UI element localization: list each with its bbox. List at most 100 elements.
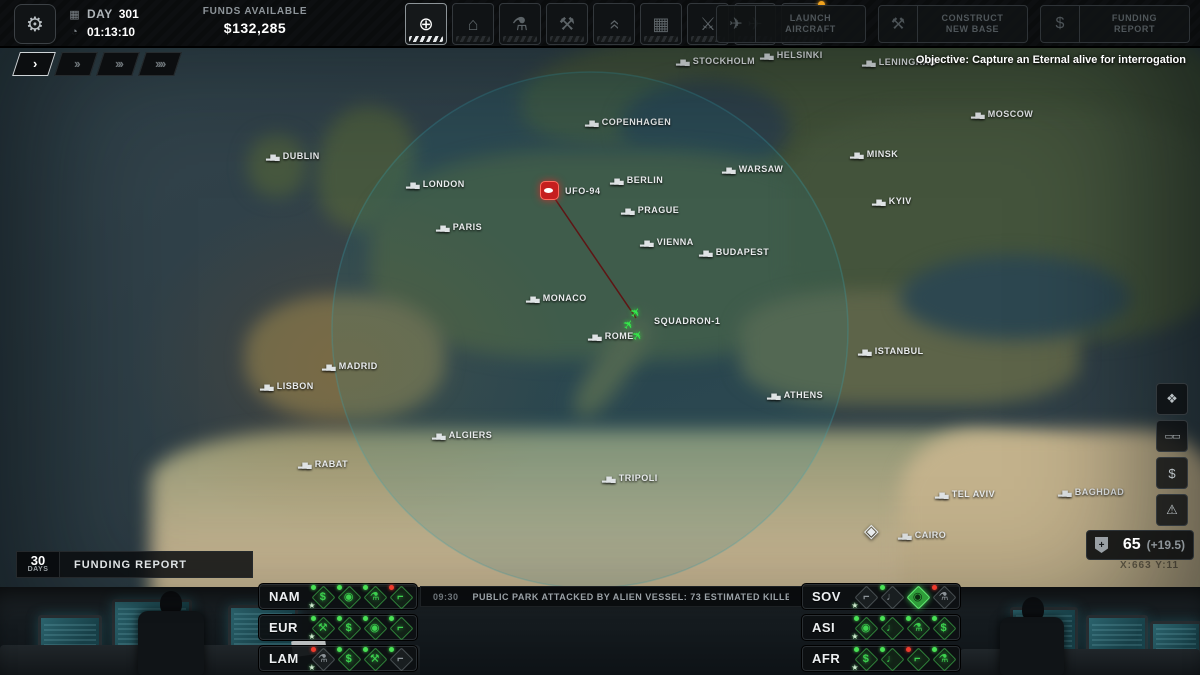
landmass-black-sea — [900, 255, 1130, 340]
status-weapons-icon: ¬ ★ — [851, 585, 879, 610]
city-marker-budapest[interactable]: ▂▆▄ BUDAPEST — [699, 247, 769, 257]
landmass-iberia — [245, 295, 445, 420]
city-icon: ▂▆▄ — [526, 296, 540, 303]
status-intel-icon: ◉ — [336, 585, 362, 610]
status-funds-icon: $ ★ — [308, 585, 336, 610]
city-marker-helsinki[interactable]: ▂▆▄ HELSINKI — [760, 50, 823, 60]
construct-new-base-button[interactable]: ⚒ CONSTRUCT NEW BASE — [878, 5, 1028, 43]
city-marker-tel-aviv[interactable]: ▂▆▄ TEL AVIV — [935, 489, 995, 499]
city-marker-madrid[interactable]: ▂▆▄ MADRID — [322, 361, 378, 371]
speed-3x-button[interactable]: ››› — [96, 52, 140, 76]
status-justice-icon: ⚒ ★ — [308, 616, 336, 641]
region-panel-eur[interactable]: EUR ⚒ ★ $ ◉ ¬ — [258, 614, 418, 641]
city-marker-rabat[interactable]: ▂▆▄ RABAT — [298, 459, 348, 469]
cash-resource-button[interactable]: $ — [1156, 457, 1188, 489]
tab-personnel[interactable]: » — [593, 3, 635, 45]
settings-button[interactable]: ⚙ — [14, 4, 56, 44]
relations-score-badge[interactable]: + 65 (+19.5) — [1086, 530, 1194, 560]
top-action-buttons: ✈ LAUNCH AIRCRAFT ⚒ CONSTRUCT NEW BASE $ F… — [716, 5, 1190, 43]
city-marker-dublin[interactable]: ▂▆▄ DUBLIN — [266, 151, 320, 161]
tab-research[interactable]: ⚗ — [499, 3, 541, 45]
tab-engineering[interactable]: ⚒ — [546, 3, 588, 45]
city-icon: ▂▆▄ — [767, 393, 781, 400]
tab-bases[interactable]: ⌂ — [452, 3, 494, 45]
region-panel-nam[interactable]: NAM $ ★ ◉ ⚗ ¬ — [258, 583, 418, 610]
base-icon: ⌂ — [467, 13, 479, 34]
city-marker-monaco[interactable]: ▂▆▄ MONACO — [526, 293, 587, 303]
city-marker-minsk[interactable]: ▂▆▄ MINSK — [850, 149, 898, 159]
city-icon: ▂▆▄ — [260, 384, 274, 391]
city-label: COPENHAGEN — [601, 117, 672, 127]
console-monitor — [112, 599, 192, 651]
operator-chair — [138, 611, 204, 675]
alerts-button[interactable]: ⚠ — [1156, 494, 1188, 526]
city-label: ATHENS — [783, 390, 824, 400]
alloys-resource-button[interactable]: ▭▭ — [1156, 420, 1188, 452]
time-speed-controls: › ›› ››› ›››› — [12, 52, 182, 76]
city-marker-rome[interactable]: ▂▆▄ ROME — [588, 331, 634, 341]
status-science-icon: ⚗ — [905, 616, 931, 641]
region-panel-afr[interactable]: AFR $ ★ ♩ ¬ ⚗ — [801, 645, 961, 672]
city-marker-algiers[interactable]: ▂▆▄ ALGIERS — [432, 430, 492, 440]
tab-geoscape[interactable]: ⊕ — [405, 3, 447, 45]
city-icon: ▂▆▄ — [432, 433, 446, 440]
city-marker-copenhagen[interactable]: ▂▆▄ COPENHAGEN — [585, 117, 671, 127]
city-marker-athens[interactable]: ▂▆▄ ATHENS — [767, 390, 823, 400]
region-code: LAM — [269, 651, 299, 666]
city-icon: ▂▆▄ — [699, 250, 713, 257]
city-icon: ▂▆▄ — [436, 225, 450, 232]
city-marker-london[interactable]: ▂▆▄ LONDON — [406, 179, 465, 189]
operator-silhouette — [160, 591, 182, 615]
status-funds-icon: $ — [931, 616, 957, 641]
crystals-resource-button[interactable]: ❖ — [1156, 383, 1188, 415]
funding-report-button[interactable]: $ FUNDING REPORT — [1040, 5, 1190, 43]
tab-stores[interactable]: ▦ — [640, 3, 682, 45]
city-marker-istanbul[interactable]: ▂▆▄ ISTANBUL — [858, 346, 924, 356]
region-panel-sov[interactable]: SOV ¬ ★ ♩ ◉ ⚗ — [801, 583, 961, 610]
status-media-icon: ♩ — [879, 647, 905, 672]
region-panel-asi[interactable]: ASI ◉ ★ ♩ ⚗ $ — [801, 614, 961, 641]
city-marker-lisbon[interactable]: ▂▆▄ LISBON — [260, 381, 314, 391]
player-base-marker-icon[interactable]: ◈ — [864, 520, 879, 543]
city-marker-paris[interactable]: ▂▆▄ PARIS — [436, 222, 482, 232]
city-marker-stockholm[interactable]: ▂▆▄ STOCKHOLM — [676, 56, 755, 66]
geoscape-screen: ▂▆▄ HELSINKI ▂▆▄ STOCKHOLM ▂▆▄ LENINGRAD ▂▆… — [0, 0, 1200, 675]
city-marker-berlin[interactable]: ▂▆▄ BERLIN — [610, 175, 663, 185]
crates-icon: ▦ — [652, 13, 670, 34]
squadron-label: SQUADRON-1 — [654, 316, 721, 326]
city-marker-baghdad[interactable]: ▂▆▄ BAGHDAD — [1058, 487, 1124, 497]
city-label: MADRID — [338, 361, 378, 371]
city-marker-tripoli[interactable]: ▂▆▄ TRIPOLI — [602, 473, 658, 483]
funds-label: FUNDS AVAILABLE — [202, 6, 308, 17]
city-marker-moscow[interactable]: ▂▆▄ MOSCOW — [971, 109, 1033, 119]
region-code: AFR — [812, 651, 841, 666]
funds-block: FUNDS AVAILABLE $132,285 — [170, 6, 340, 36]
status-science-icon: ⚗ ★ — [308, 647, 336, 672]
city-marker-cairo[interactable]: ▂▆▄ CAIRO — [898, 530, 946, 540]
day-label: DAY — [87, 7, 113, 21]
speed-1x-button[interactable]: › — [12, 52, 56, 76]
landmass-ireland — [248, 135, 306, 197]
speed-4x-button[interactable]: ›››› — [138, 52, 182, 76]
ufo-contact-marker[interactable]: UFO-94 — [540, 181, 601, 200]
city-marker-kyiv[interactable]: ▂▆▄ KYIV — [872, 196, 912, 206]
city-label: WARSAW — [738, 164, 784, 174]
city-marker-vienna[interactable]: ▂▆▄ VIENNA — [640, 237, 694, 247]
city-label: BERLIN — [626, 175, 664, 185]
city-icon: ▂▆▄ — [1058, 490, 1072, 497]
city-marker-prague[interactable]: ▂▆▄ PRAGUE — [621, 205, 679, 215]
launch-aircraft-button[interactable]: ✈ LAUNCH AIRCRAFT — [716, 5, 866, 43]
shield-plus-icon: + — [1095, 537, 1108, 553]
region-panel-lam[interactable]: LAM ⚗ ★ $ ⚒ ¬ — [258, 645, 418, 672]
city-marker-warsaw[interactable]: ▂▆▄ WARSAW — [722, 164, 783, 174]
button-label: LAUNCH AIRCRAFT — [785, 13, 836, 34]
days-countdown: 30 DAYS — [16, 551, 60, 578]
date-time-block: ▦ DAY 301 ◔ 01:13:10 — [68, 5, 138, 41]
excavator-icon: ⚒ — [879, 6, 918, 42]
funding-report-countdown-button[interactable]: 30 DAYS FUNDING REPORT — [16, 551, 253, 578]
funds-value: $132,285 — [223, 20, 287, 36]
aircraft-icon: ✈ — [717, 6, 756, 42]
region-code: NAM — [269, 589, 301, 604]
console-monitor — [38, 615, 102, 657]
speed-2x-button[interactable]: ›› — [54, 52, 98, 76]
